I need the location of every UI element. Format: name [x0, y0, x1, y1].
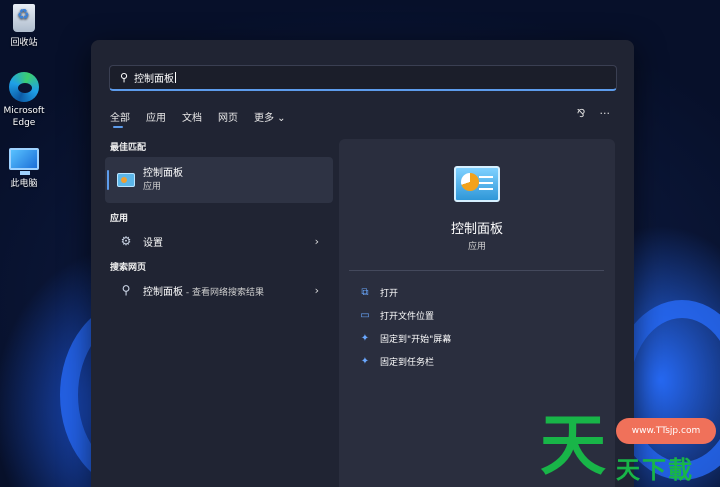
action-open[interactable]: ⧉ 打开 — [359, 286, 398, 299]
this-pc-icon — [9, 145, 39, 175]
web-result-label: 控制面板 - 查看网络搜索结果 — [143, 283, 264, 298]
apps-heading: 应用 — [110, 214, 129, 224]
open-icon: ⧉ — [361, 287, 369, 298]
edge-icon — [9, 72, 39, 102]
search-toolbar: ⅋ ··· — [577, 107, 610, 120]
text-caret — [175, 72, 177, 83]
pin-icon: ✦ — [360, 333, 370, 344]
site-watermark: 天 www.TTsjp.com 天下載 — [540, 410, 720, 487]
desktop-icon-label: Microsoft Edge — [3, 106, 45, 128]
more-options-icon[interactable]: ··· — [600, 107, 611, 120]
desktop-icon-recycle-bin[interactable]: 回收站 — [0, 4, 48, 49]
web-result-query: 控制面板 — [143, 286, 183, 298]
desktop-icon-this-pc[interactable]: 此电脑 — [0, 145, 48, 190]
action-label: 固定到任务栏 — [380, 358, 435, 368]
best-match-heading: 最佳匹配 — [110, 143, 147, 153]
best-match-title: 控制面板 — [143, 168, 183, 179]
detail-subtitle: 应用 — [467, 242, 486, 252]
web-result-suffix: - 查看网络搜索结果 — [183, 287, 264, 298]
search-icon: ⚲ — [120, 71, 129, 84]
action-label: 打开文件位置 — [380, 312, 435, 322]
recycle-bin-icon — [9, 4, 39, 34]
control-panel-large-icon — [454, 166, 500, 202]
app-result-label: 设置 — [143, 237, 163, 249]
desktop-icon-edge[interactable]: Microsoft Edge — [0, 72, 48, 129]
gear-icon: ⚙ — [120, 234, 132, 248]
best-match-subtitle: 应用 — [143, 182, 162, 192]
action-pin-to-taskbar[interactable]: ✦ 固定到任务栏 — [359, 355, 434, 368]
web-result-item[interactable]: ⚲ 控制面板 - 查看网络搜索结果 › — [105, 277, 333, 303]
watermark-logo-char: 天 — [540, 407, 606, 484]
results-list: 最佳匹配 控制面板 应用 应用 ⚙ 设置 › 搜索网页 ⚲ 控制面板 - 查看网… — [105, 140, 334, 309]
desktop-icon-label: 此电脑 — [10, 179, 38, 189]
tab-more[interactable]: 更多 ⌄ — [254, 109, 286, 124]
chevron-right-icon[interactable]: › — [315, 284, 319, 297]
best-match-item[interactable]: 控制面板 应用 — [105, 157, 333, 203]
chevron-right-icon[interactable]: › — [315, 235, 319, 248]
detail-title: 控制面板 — [450, 222, 503, 237]
control-panel-icon — [117, 173, 135, 187]
search-input[interactable]: ⚲ 控制面板 — [109, 65, 617, 91]
desktop-icon-label: 回收站 — [10, 38, 38, 48]
action-pin-to-start[interactable]: ✦ 固定到"开始"屏幕 — [359, 332, 451, 345]
search-icon: ⚲ — [121, 283, 131, 297]
search-value: 控制面板 — [134, 74, 175, 85]
watermark-url: www.TTsjp.com — [616, 418, 716, 444]
tab-apps[interactable]: 应用 — [146, 109, 166, 124]
tab-all[interactable]: 全部 — [110, 109, 130, 128]
action-label: 固定到"开始"屏幕 — [380, 335, 452, 345]
account-share-icon[interactable]: ⅋ — [577, 107, 586, 120]
pin-icon: ✦ — [360, 356, 370, 367]
app-result-settings[interactable]: ⚙ 设置 › — [105, 228, 333, 254]
detail-divider — [349, 270, 604, 271]
web-search-heading: 搜索网页 — [110, 263, 147, 273]
action-label: 打开 — [380, 289, 399, 299]
tab-web[interactable]: 网页 — [218, 109, 238, 124]
action-open-file-location[interactable]: ▭ 打开文件位置 — [359, 309, 434, 322]
folder-icon: ▭ — [360, 310, 370, 321]
search-filter-tabs: 全部 应用 文档 网页 更多 ⌄ — [110, 109, 302, 128]
tab-documents[interactable]: 文档 — [182, 109, 202, 124]
watermark-text: 天下載 — [616, 456, 694, 484]
